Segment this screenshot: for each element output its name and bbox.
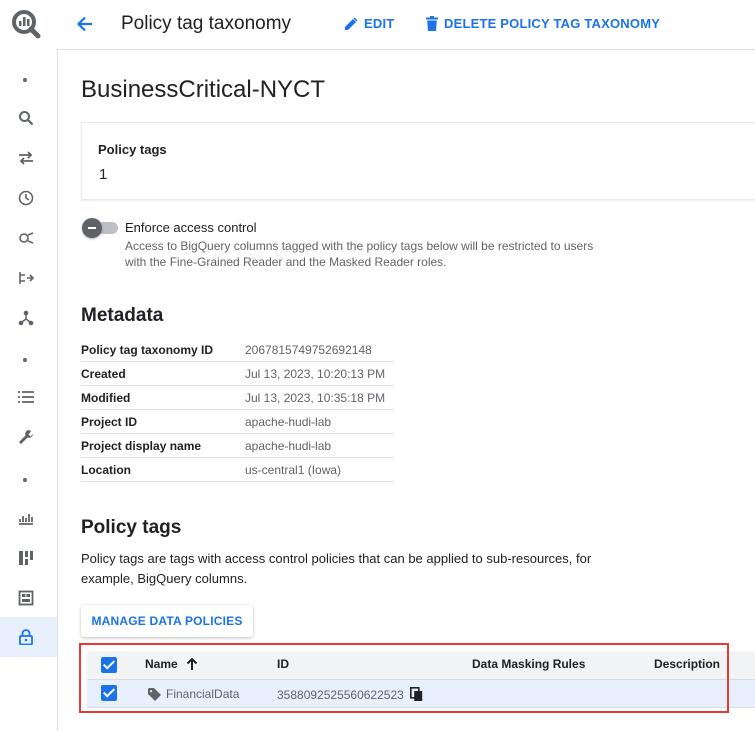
page-header: Policy tag taxonomy EDIT DELETE POLICY T… (57, 0, 755, 50)
metadata-key: Location (81, 457, 245, 482)
nav-separator-dot (23, 78, 27, 82)
metadata-value: Jul 13, 2023, 10:35:18 PM (245, 385, 394, 410)
nav-separator-dot (23, 478, 27, 482)
metadata-value: apache-hudi-lab (245, 409, 394, 434)
metadata-table: Policy tag taxonomy ID 206781574975269214… (81, 338, 394, 482)
delete-taxonomy-button-label: DELETE POLICY TAG TAXONOMY (444, 16, 661, 31)
policy-tags-count-label: Policy tags (98, 142, 167, 157)
metadata-row: Location us-central1 (Iowa) (81, 457, 394, 482)
analytics-hub-icon[interactable] (16, 228, 36, 248)
enforce-access-toggle[interactable] (82, 218, 118, 238)
taxonomy-name: BusinessCritical-NYCT (81, 76, 326, 103)
metadata-row: Project ID apache-hudi-lab (81, 409, 394, 434)
dataform-icon[interactable] (16, 308, 36, 328)
metadata-row: Created Jul 13, 2023, 10:20:13 PM (81, 361, 394, 386)
back-arrow-icon[interactable] (75, 14, 95, 34)
highlight-annotation-box (79, 643, 729, 713)
metadata-row: Modified Jul 13, 2023, 10:35:18 PM (81, 385, 394, 410)
bigquery-logo-icon[interactable] (10, 8, 42, 40)
trash-icon (426, 16, 438, 31)
search-icon[interactable] (16, 108, 36, 128)
history-icon[interactable] (16, 188, 36, 208)
policy-tags-count-card: Policy tags 1 (81, 122, 755, 200)
metadata-key: Created (81, 361, 245, 386)
enforce-access-label: Enforce access control (125, 220, 257, 235)
metadata-key: Modified (81, 385, 245, 410)
policy-tags-heading: Policy tags (81, 517, 182, 538)
metadata-key: Project ID (81, 409, 245, 434)
metadata-key: Project display name (81, 433, 245, 458)
nav-separator-dot (23, 358, 27, 362)
manage-data-policies-button[interactable]: MANAGE DATA POLICIES (81, 605, 253, 637)
metadata-value: us-central1 (Iowa) (245, 457, 394, 482)
wrench-icon[interactable] (16, 427, 36, 447)
policy-tags-count-value: 1 (99, 166, 108, 183)
edit-button-label: EDIT (364, 16, 395, 31)
metadata-value: 2067815749752692148 (245, 338, 394, 362)
enforce-access-description: Access to BigQuery columns tagged with t… (125, 239, 594, 269)
page-title: Policy tag taxonomy (121, 13, 292, 34)
monitoring-icon[interactable] (16, 508, 36, 528)
table-icon[interactable] (16, 588, 36, 608)
metadata-row: Project display name apache-hudi-lab (81, 433, 394, 458)
dashboard-icon[interactable] (16, 548, 36, 568)
delete-taxonomy-button[interactable]: DELETE POLICY TAG TAXONOMY (426, 16, 660, 31)
metadata-value: Jul 13, 2023, 10:20:13 PM (245, 361, 394, 386)
pencil-icon (345, 16, 358, 30)
lock-icon[interactable] (16, 627, 36, 647)
list-icon[interactable] (16, 387, 36, 407)
metadata-key: Policy tag taxonomy ID (81, 338, 245, 362)
metadata-row: Policy tag taxonomy ID 206781574975269214… (81, 338, 394, 362)
metadata-heading: Metadata (81, 305, 164, 326)
transfer-icon[interactable] (16, 148, 36, 168)
toggle-knob (82, 218, 102, 238)
metadata-value: apache-hudi-lab (245, 433, 394, 458)
workflow-icon[interactable] (16, 268, 36, 288)
edit-button[interactable]: EDIT (344, 16, 394, 31)
policy-tags-description: Policy tags are tags with access control… (81, 551, 592, 586)
left-nav-rail (0, 0, 58, 731)
